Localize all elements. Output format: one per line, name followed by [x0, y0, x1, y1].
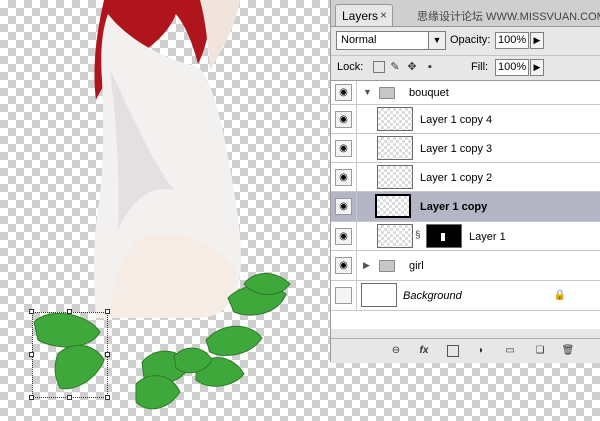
opacity-slider-arrow-icon[interactable]: ▶	[530, 32, 544, 49]
folder-icon	[379, 87, 395, 99]
fill-label: Fill:	[471, 61, 489, 73]
layer-name: Layer 1 copy 4	[420, 114, 493, 126]
layer-thumbnail	[361, 283, 397, 307]
chevron-down-icon[interactable]: ▼	[428, 32, 445, 49]
chevron-right-icon[interactable]: ▶	[363, 260, 370, 271]
column-divider	[356, 105, 357, 133]
layer-row[interactable]: ◉ Layer 1 copy 3	[331, 134, 600, 163]
layer-background[interactable]: Background 🔒	[331, 281, 600, 311]
layer-name: Layer 1 copy	[420, 201, 488, 213]
tab-layers-label: Layers	[342, 9, 379, 23]
eye-icon[interactable]: ◉	[335, 228, 352, 245]
layers-panel: Layers × 思缘设计论坛 WWW.MISSVUAN.COM Normal …	[330, 0, 600, 363]
layer-name: Layer 1	[469, 231, 506, 243]
layer-group-girl[interactable]: ◉ ▶ girl	[331, 251, 600, 281]
mask-icon[interactable]	[447, 345, 459, 357]
transform-handle-bl[interactable]	[29, 395, 34, 400]
tab-layers[interactable]: Layers ×	[335, 4, 393, 26]
eye-icon[interactable]: ◉	[335, 84, 352, 101]
transform-handle-ml[interactable]	[29, 352, 34, 357]
column-divider	[356, 163, 357, 191]
close-icon[interactable]: ×	[380, 8, 387, 22]
lock-all-icon[interactable]: ▪	[424, 61, 436, 73]
fill-slider-arrow-icon[interactable]: ▶	[530, 59, 544, 76]
eye-icon[interactable]: ◉	[335, 257, 352, 274]
transform-handle-tl[interactable]	[29, 309, 34, 314]
eye-icon[interactable]: ◉	[335, 111, 352, 128]
fill-input[interactable]: 100%	[495, 59, 529, 76]
chain-link-icon[interactable]: §	[415, 230, 421, 241]
eye-icon[interactable]: ◉	[335, 169, 352, 186]
eye-off-icon[interactable]	[335, 287, 352, 304]
folder-icon	[379, 260, 395, 272]
layer-row[interactable]: ◉ Layer 1 copy 4	[331, 105, 600, 134]
layer-thumbnail	[377, 165, 413, 189]
blend-mode-value: Normal	[341, 34, 377, 46]
column-divider	[356, 281, 357, 310]
layer-name: Layer 1 copy 3	[420, 143, 493, 155]
layer-row[interactable]: ◉ § Layer 1	[331, 222, 600, 251]
transform-handle-mr[interactable]	[105, 352, 110, 357]
eye-icon[interactable]: ◉	[335, 198, 352, 215]
eye-icon[interactable]: ◉	[335, 140, 352, 157]
opacity-input[interactable]: 100%	[495, 32, 529, 49]
transform-handle-tm[interactable]	[67, 309, 72, 314]
column-divider	[356, 251, 357, 280]
transform-handle-tr[interactable]	[105, 309, 110, 314]
lock-transparent-icon[interactable]	[373, 61, 385, 73]
layer-thumbnail	[377, 224, 413, 248]
transform-handle-bm[interactable]	[67, 395, 72, 400]
layer-name: bouquet	[409, 87, 449, 99]
layers-list: ◉ ▼ bouquet ◉ Layer 1 copy 4 ◉ Layer 1 c…	[331, 81, 600, 329]
group-icon[interactable]: ▭	[503, 344, 517, 357]
opacity-label: Opacity:	[450, 34, 491, 46]
panel-tab-bar: Layers × 思缘设计论坛 WWW.MISSVUAN.COM	[331, 0, 600, 27]
layer-name: girl	[409, 260, 424, 272]
layer-row-selected[interactable]: ◉ Layer 1 copy	[331, 192, 600, 222]
adjustment-icon[interactable]: ◑	[473, 344, 487, 357]
watermark-text: 思缘设计论坛 WWW.MISSVUAN.COM	[417, 11, 600, 23]
panel-bottom-bar: ⊖ fx ◑ ▭ ❏ 🗑	[331, 338, 600, 363]
lock-move-icon[interactable]: ✥	[406, 61, 418, 73]
link-icon[interactable]: ⊖	[389, 344, 403, 357]
lock-row: Lock: ✎ ✥ ▪ Fill: 100% ▶	[331, 56, 600, 81]
lock-label: Lock:	[337, 61, 364, 73]
new-layer-icon[interactable]: ❏	[533, 344, 547, 357]
lock-brush-icon[interactable]: ✎	[389, 61, 401, 73]
column-divider	[356, 222, 357, 250]
trash-icon[interactable]: 🗑	[561, 344, 575, 357]
layer-group-bouquet[interactable]: ◉ ▼ bouquet	[331, 81, 600, 105]
column-divider	[356, 192, 357, 221]
transform-handle-br[interactable]	[105, 395, 110, 400]
fx-icon[interactable]: fx	[417, 344, 431, 357]
layer-thumbnail	[377, 107, 413, 131]
layer-name: Layer 1 copy 2	[420, 172, 493, 184]
chevron-down-icon[interactable]: ▼	[363, 87, 372, 97]
layer-name: Background	[403, 290, 462, 302]
layer-mask-thumbnail[interactable]	[426, 224, 462, 248]
lock-icon: 🔒	[553, 290, 567, 301]
column-divider	[356, 81, 357, 104]
leaf	[205, 325, 263, 356]
blend-mode-select[interactable]: Normal ▼	[336, 31, 446, 50]
blend-row: Normal ▼ Opacity: 100% ▶	[331, 27, 600, 56]
column-divider	[356, 134, 357, 162]
transform-bounding-box[interactable]	[32, 312, 108, 398]
layer-row[interactable]: ◉ Layer 1 copy 2	[331, 163, 600, 192]
layer-thumbnail	[375, 194, 411, 218]
layer-thumbnail	[377, 136, 413, 160]
